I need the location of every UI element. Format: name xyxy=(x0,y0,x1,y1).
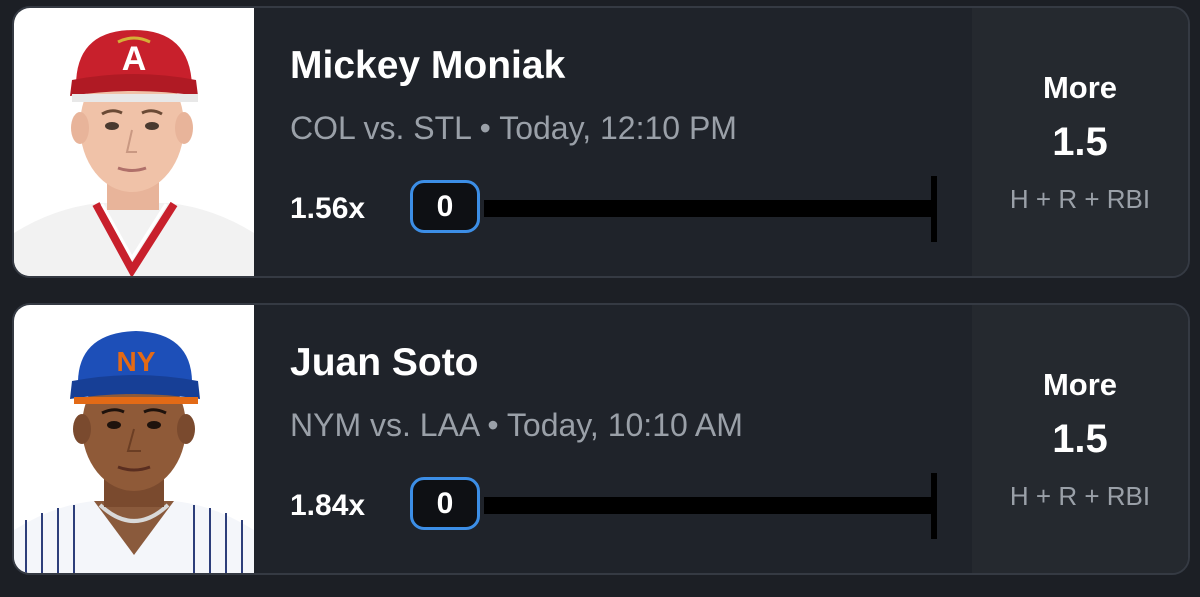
player-name: Mickey Moniak xyxy=(290,44,566,87)
payout-multiplier: 1.84x xyxy=(290,489,366,522)
stat-progress-value: 0 xyxy=(410,477,480,530)
stat-progress-value: 0 xyxy=(410,180,480,233)
pick-line-value: 1.5 xyxy=(1052,417,1108,461)
pick-selection[interactable]: More 1.5 H + R + RBI xyxy=(972,305,1188,573)
payout-multiplier: 1.56x xyxy=(290,192,366,225)
svg-text:A: A xyxy=(122,40,147,78)
player-prop-card[interactable]: NY Juan Soto NYM vs. LAA • Today, 10:10 … xyxy=(12,303,1190,575)
player-headshot: NY xyxy=(14,305,254,573)
player-prop-card[interactable]: A Mickey Moniak COL vs. STL • Today, 12:… xyxy=(12,6,1190,278)
stat-progress-end-marker xyxy=(931,176,937,242)
game-info: NYM vs. LAA • Today, 10:10 AM xyxy=(290,407,743,443)
pick-line-value: 1.5 xyxy=(1052,120,1108,164)
player-headshot: A xyxy=(14,8,254,276)
player-name: Juan Soto xyxy=(290,341,479,384)
pick-stat-type: H + R + RBI xyxy=(1009,481,1151,511)
pick-stat-type: H + R + RBI xyxy=(1009,184,1151,214)
game-info: COL vs. STL • Today, 12:10 PM xyxy=(290,110,737,146)
pick-direction: More xyxy=(1042,70,1118,105)
pick-direction: More xyxy=(1042,367,1118,402)
player-prop-list: A Mickey Moniak COL vs. STL • Today, 12:… xyxy=(0,0,1200,597)
stat-progress-track xyxy=(484,200,936,217)
pick-selection[interactable]: More 1.5 H + R + RBI xyxy=(972,8,1188,276)
stat-progress-end-marker xyxy=(931,473,937,539)
stat-progress-track xyxy=(484,497,936,514)
svg-text:NY: NY xyxy=(117,346,156,377)
